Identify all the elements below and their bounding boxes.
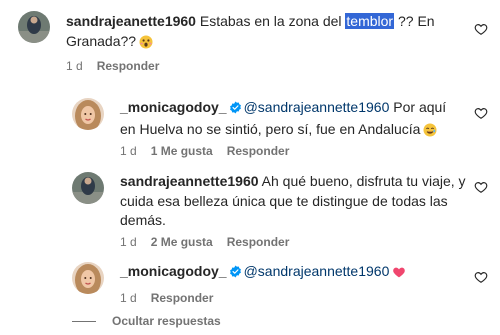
mention-link[interactable]: @sandrajeannette1960 <box>244 99 390 115</box>
reply-text: _monicagodoy_ @sandrajeannette1960 Por aq… <box>120 98 464 142</box>
reply-button[interactable]: Responder <box>97 59 160 73</box>
avatar[interactable] <box>72 172 104 204</box>
comment-meta: 1 d Responder <box>66 58 173 74</box>
like-heart-icon[interactable] <box>474 180 488 194</box>
mention-link[interactable]: @sandrajeannette1960 <box>244 263 390 279</box>
comment-time: 1 d <box>120 235 137 249</box>
comment-username[interactable]: sandrajeanette1960 <box>66 13 196 29</box>
like-heart-icon[interactable] <box>474 270 488 284</box>
likes-count[interactable]: 1 Me gusta <box>151 144 213 158</box>
hide-replies-label: Ocultar respuestas <box>112 314 221 328</box>
like-heart-icon[interactable] <box>474 22 488 36</box>
reply-button[interactable]: Responder <box>227 235 290 249</box>
comment-item: sandrajeanette1960 Estabas en la zona de… <box>0 0 500 80</box>
verified-badge-icon <box>229 100 242 120</box>
comment-username[interactable]: _monicagodoy_ <box>120 99 227 115</box>
comment-time: 1 d <box>120 291 137 305</box>
avatar[interactable] <box>72 98 104 130</box>
pink-heart-emoji <box>392 265 406 285</box>
reply-button[interactable]: Responder <box>151 291 214 305</box>
comment-username[interactable]: _monicagodoy_ <box>120 263 227 279</box>
like-heart-icon[interactable] <box>474 106 488 120</box>
divider-line <box>72 321 96 323</box>
avatar[interactable] <box>18 11 50 43</box>
reply-item: _monicagodoy_ @sandrajeannette1960 Por aq… <box>0 88 500 168</box>
reply-text: sandrajeannette1960 Ah qué bueno, disfru… <box>120 172 466 231</box>
selected-word: temblor <box>345 13 395 29</box>
reply-meta: 1 d 2 Me gusta Responder <box>120 234 303 250</box>
comment-text-part: Estabas en la zona del <box>195 13 346 29</box>
reply-meta: 1 d Responder <box>120 290 227 306</box>
hide-replies-button[interactable]: Ocultar respuestas <box>72 313 221 329</box>
comment-time: 1 d <box>120 144 137 158</box>
likes-count[interactable]: 2 Me gusta <box>151 235 213 249</box>
comment-username[interactable]: sandrajeannette1960 <box>120 173 259 189</box>
smiling-face-with-tear-emoji <box>423 123 437 143</box>
reply-button[interactable]: Responder <box>227 144 290 158</box>
reply-item: sandrajeannette1960 Ah qué bueno, disfru… <box>0 168 500 260</box>
reply-text: _monicagodoy_ @sandrajeannette1960 <box>120 262 466 285</box>
reply-meta: 1 d 1 Me gusta Responder <box>120 143 303 159</box>
astonished-face-emoji <box>139 35 153 55</box>
reply-item: _monicagodoy_ @sandrajeannette1960 1 d Res… <box>0 258 500 308</box>
comment-time: 1 d <box>66 59 83 73</box>
verified-badge-icon <box>229 264 242 284</box>
comment-text: sandrajeanette1960 Estabas en la zona de… <box>66 12 446 54</box>
avatar[interactable] <box>72 262 104 294</box>
